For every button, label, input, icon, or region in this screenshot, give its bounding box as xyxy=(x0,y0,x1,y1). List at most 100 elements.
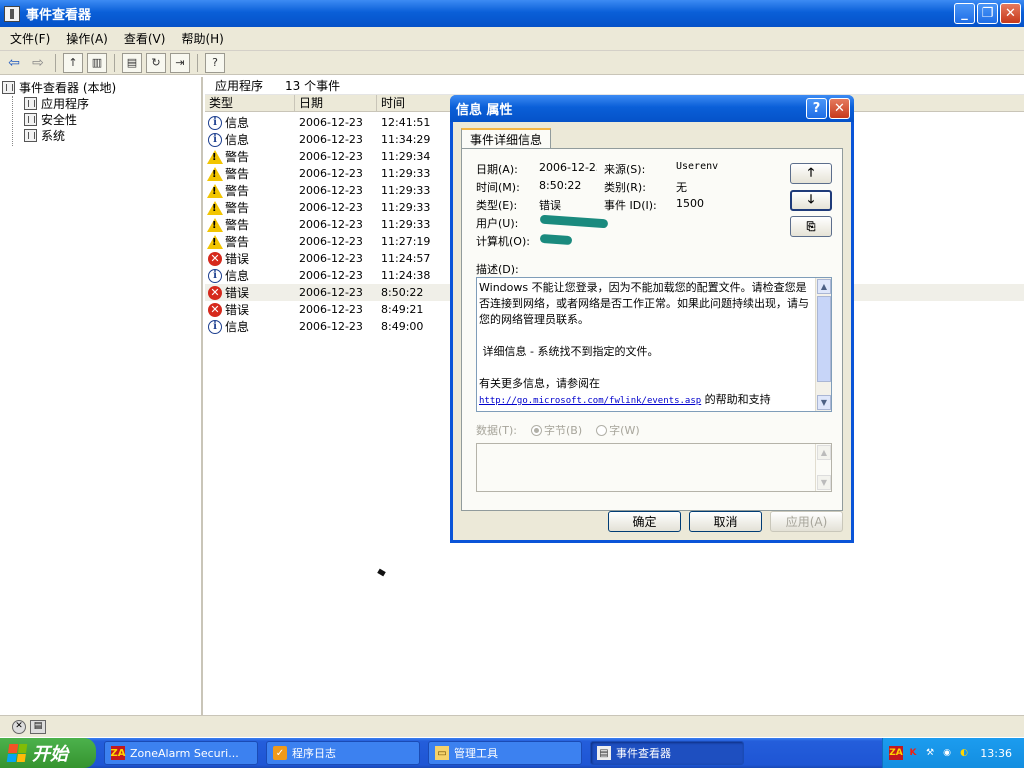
help-link[interactable]: http://go.microsoft.com/fwlink/events.as… xyxy=(479,396,701,406)
close-button[interactable]: ✕ xyxy=(1000,3,1021,24)
properties-icon[interactable]: ▤ xyxy=(122,52,142,73)
event-time: 11:29:33 xyxy=(381,201,431,214)
tree-item-label: 系统 xyxy=(41,128,66,143)
event-type-label: 警告 xyxy=(225,218,250,232)
data-format-row: 数据(T): 字节(B) 字(W) xyxy=(476,422,640,438)
tree-item-security[interactable]: 安全性 xyxy=(2,111,199,127)
time-label: 时间(M): xyxy=(476,181,520,194)
start-button[interactable]: 开始 xyxy=(0,738,96,768)
dialog-footer: 确定 取消 应用(A) xyxy=(453,511,851,532)
column-date[interactable]: 日期 xyxy=(295,95,377,111)
previous-event-button[interactable]: 🡑 xyxy=(790,163,832,184)
event-date: 2006-12-23 xyxy=(299,303,363,316)
log-icon xyxy=(24,112,37,126)
menu-view[interactable]: 查看(V) xyxy=(118,28,172,49)
task-program-log[interactable]: ✓ 程序日志 xyxy=(266,741,420,765)
event-time: 11:29:33 xyxy=(381,184,431,197)
task-label: 程序日志 xyxy=(292,747,336,760)
forward-arrow-icon[interactable]: ⇨ xyxy=(28,53,48,73)
zonealarm-tray-icon[interactable]: ZA xyxy=(889,746,903,760)
window-title: 事件查看器 xyxy=(26,8,92,23)
event-id-label: 事件 ID(I): xyxy=(604,199,657,212)
scroll-up-icon[interactable]: ▲ xyxy=(817,279,831,294)
tree-item-label: 应用程序 xyxy=(41,96,90,111)
type-value: 错误 xyxy=(539,199,561,212)
menu-action[interactable]: 操作(A) xyxy=(60,28,114,49)
task-zonealarm[interactable]: ZA ZoneAlarm Securi... xyxy=(104,741,258,765)
show-tree-icon[interactable]: ▥ xyxy=(87,52,107,73)
info-icon: i xyxy=(208,268,222,283)
tree-item-system[interactable]: 系统 xyxy=(2,127,199,143)
radio-circle-icon xyxy=(596,424,608,436)
antivirus-icon[interactable]: K xyxy=(906,746,920,760)
cancel-button[interactable]: 取消 xyxy=(689,511,762,532)
up-folder-icon[interactable]: ↑ xyxy=(63,52,83,73)
apply-button[interactable]: 应用(A) xyxy=(770,511,843,532)
export-list-icon[interactable]: ⇥ xyxy=(170,52,190,73)
window-titlebar[interactable]: 事件查看器 _ ❐ ✕ xyxy=(0,0,1024,27)
tree-item-application[interactable]: 应用程序 xyxy=(2,95,199,111)
warning-icon: ! xyxy=(207,149,223,164)
dialog-title: 信息 属性 xyxy=(456,103,513,118)
task-event-viewer[interactable]: ▤ 事件查看器 xyxy=(590,741,744,765)
info-icon: i xyxy=(208,319,222,334)
toolbar-separator xyxy=(55,53,56,72)
toolbar: ⇦ ⇨ ↑ ▥ ▤ ↻ ⇥ ? xyxy=(0,51,1024,75)
copy-button[interactable]: ⎘ xyxy=(790,216,832,237)
error-icon: ✕ xyxy=(208,285,222,300)
task-admin-tools[interactable]: ▭ 管理工具 xyxy=(428,741,582,765)
event-time: 12:41:51 xyxy=(381,116,431,129)
update-icon[interactable]: ◐ xyxy=(957,746,971,760)
status-bar: ✕ ▤ xyxy=(0,715,1024,737)
info-icon: i xyxy=(208,132,222,147)
event-type-label: 警告 xyxy=(225,235,250,249)
info-icon: i xyxy=(208,115,222,130)
tree-root[interactable]: 事件查看器 (本地) xyxy=(2,79,199,95)
event-viewer-icon: ▤ xyxy=(597,746,611,760)
event-type-label: 信息 xyxy=(225,320,250,334)
radio-circle-icon xyxy=(531,424,543,436)
next-event-button[interactable]: 🡓 xyxy=(790,190,832,211)
event-date: 2006-12-23 xyxy=(299,320,363,333)
redacted-user xyxy=(539,214,609,229)
folder-icon: ▭ xyxy=(435,746,449,760)
radio-bytes[interactable]: 字节(B) xyxy=(531,422,582,438)
help-button[interactable]: ? xyxy=(806,98,827,119)
event-time: 8:49:21 xyxy=(381,303,424,316)
description-scrollbar[interactable]: ▲ ▼ xyxy=(815,278,831,411)
scroll-thumb[interactable] xyxy=(817,296,831,382)
radio-words[interactable]: 字(W) xyxy=(596,422,640,438)
restore-button[interactable]: ❐ xyxy=(977,3,998,24)
scroll-down-icon[interactable]: ▼ xyxy=(817,395,831,410)
close-circle-icon[interactable]: ✕ xyxy=(12,719,26,734)
source-label: 来源(S): xyxy=(604,163,646,176)
volume-icon[interactable]: ◉ xyxy=(940,746,954,760)
clock[interactable]: 13:36 xyxy=(980,747,1012,760)
event-type-label: 信息 xyxy=(225,133,250,147)
scroll-up-icon: ▲ xyxy=(817,445,831,460)
event-type: i 信息 xyxy=(205,318,295,335)
back-arrow-icon[interactable]: ⇦ xyxy=(4,53,24,73)
dialog-close-button[interactable]: ✕ xyxy=(829,98,850,119)
user-label: 用户(U): xyxy=(476,217,519,230)
dialog-titlebar[interactable]: 信息 属性 ? ✕ xyxy=(450,95,854,122)
help-icon[interactable]: ? xyxy=(205,52,225,73)
refresh-icon[interactable]: ↻ xyxy=(146,52,166,73)
event-time: 11:24:57 xyxy=(381,252,431,265)
menu-help[interactable]: 帮助(H) xyxy=(175,28,229,49)
log-icon xyxy=(24,96,37,110)
ok-button[interactable]: 确定 xyxy=(608,511,681,532)
data-box[interactable]: ▲ ▼ xyxy=(476,443,832,492)
event-date: 2006-12-23 xyxy=(299,201,363,214)
network-icon[interactable]: ⚒ xyxy=(923,746,937,760)
menu-bar: 文件(F) 操作(A) 查看(V) 帮助(H) xyxy=(0,27,1024,51)
event-type-label: 错误 xyxy=(225,252,250,266)
menu-file[interactable]: 文件(F) xyxy=(4,28,56,49)
column-type[interactable]: 类型 xyxy=(205,95,295,111)
minimize-button[interactable]: _ xyxy=(954,3,975,24)
event-type-label: 警告 xyxy=(225,167,250,181)
description-box[interactable]: Windows 不能让您登录，因为不能加载您的配置文件。请检查您是否连接到网络，… xyxy=(476,277,832,412)
event-type: ! 警告 xyxy=(205,233,295,250)
tab-event-details[interactable]: 事件详细信息 xyxy=(461,128,552,149)
event-viewer-icon xyxy=(2,80,15,94)
